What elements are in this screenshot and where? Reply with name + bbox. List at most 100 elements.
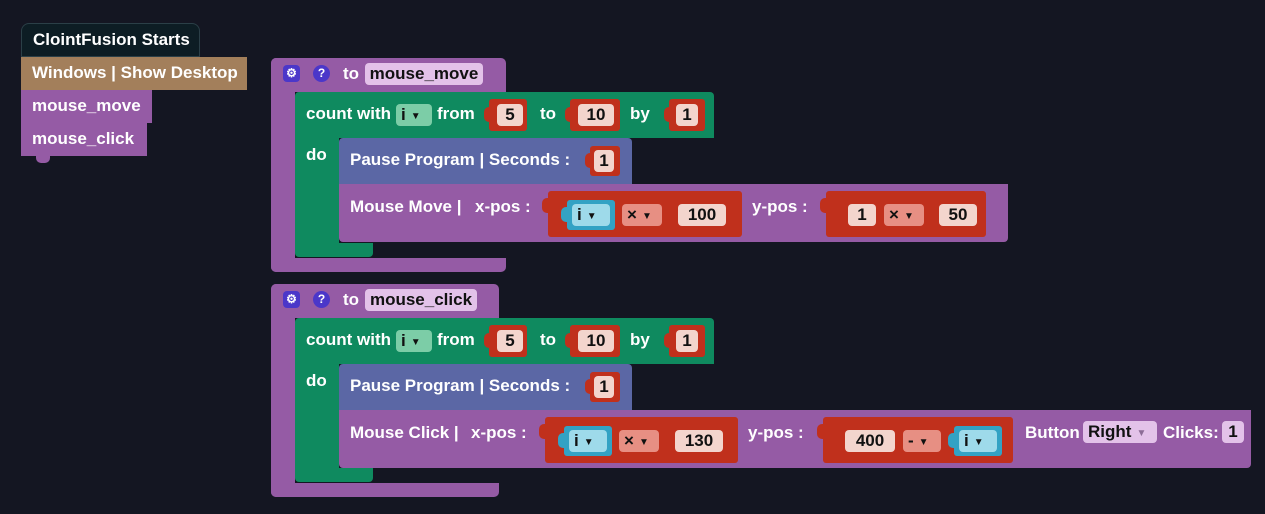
call-mouse-move-label: mouse_move [32, 96, 141, 115]
x-operator-dropdown[interactable]: × ▼ [619, 430, 659, 452]
do-label: do [306, 371, 327, 390]
pause-seconds-field[interactable]: 1 [594, 376, 614, 398]
y-number1-field[interactable]: 1 [848, 204, 876, 226]
button-value: Right [1088, 422, 1132, 441]
by-number-field[interactable]: 1 [676, 104, 698, 126]
y-number2-field[interactable]: 50 [939, 204, 977, 226]
stack-bottom-notch [36, 156, 50, 163]
clicks-field[interactable]: 1 [1222, 421, 1244, 443]
x-expression-tab [542, 198, 552, 213]
to-tab [565, 107, 575, 122]
function-spine [271, 284, 295, 497]
to-tab [565, 333, 575, 348]
count-with-label: count with [306, 330, 391, 349]
gear-icon[interactable]: ⚙ [283, 291, 300, 308]
button-dropdown[interactable]: Right ▼ [1083, 421, 1157, 443]
from-number-field[interactable]: 5 [497, 104, 523, 126]
pause-label: Pause Program | Seconds : [350, 376, 571, 395]
event-label: ClointFusion Starts [33, 30, 190, 49]
by-tab [664, 333, 674, 348]
chevron-down-icon: ▼ [410, 337, 421, 348]
function-name-field[interactable]: mouse_move [365, 63, 483, 85]
chevron-down-icon: ▼ [903, 211, 914, 222]
windows-label: Windows | Show Desktop [32, 63, 238, 82]
call-mouse-move-block[interactable]: mouse_move [21, 90, 152, 123]
x-operator-value: × [627, 205, 637, 224]
do-label: do [306, 145, 327, 164]
y-number-field[interactable]: 400 [845, 430, 895, 452]
to-range-label: to [540, 330, 557, 349]
x-variable-tab [558, 433, 568, 448]
chevron-down-icon: ▼ [410, 111, 421, 122]
gear-icon[interactable]: ⚙ [283, 65, 300, 82]
function-footer [271, 258, 506, 272]
chevron-down-icon: ▼ [638, 437, 649, 448]
y-expression-tab [817, 424, 827, 439]
chevron-down-icon: ▼ [973, 437, 984, 448]
clicks-label: Clicks: [1163, 423, 1219, 442]
y-variable-dropdown[interactable]: i ▼ [959, 430, 997, 452]
x-operator-value: × [624, 431, 634, 450]
by-label: by [630, 104, 650, 123]
from-number-field[interactable]: 5 [497, 330, 523, 352]
y-operator-value: - [908, 431, 914, 450]
loop-footer [295, 468, 373, 482]
x-variable-tab [561, 207, 571, 222]
x-variable-value: i [574, 431, 579, 450]
by-number-field[interactable]: 1 [676, 330, 698, 352]
event-block[interactable]: ClointFusion Starts [21, 23, 200, 57]
from-label: from [437, 330, 475, 349]
function-footer [271, 483, 499, 497]
y-expression-tab [820, 198, 830, 213]
mouse-move-label: Mouse Move | [350, 197, 462, 216]
from-tab [484, 333, 494, 348]
y-operator-value: × [889, 205, 899, 224]
mouse-click-label: Mouse Click | [350, 423, 459, 442]
call-mouse-click-block[interactable]: mouse_click [21, 123, 147, 156]
x-pos-label: x-pos : [475, 197, 531, 216]
chevron-down-icon: ▼ [583, 437, 594, 448]
by-label: by [630, 330, 650, 349]
function-name-field[interactable]: mouse_click [365, 289, 477, 311]
y-pos-label: y-pos : [748, 423, 804, 442]
loop-variable-dropdown[interactable]: i ▼ [396, 330, 432, 352]
y-operator-dropdown[interactable]: - ▼ [903, 430, 941, 452]
by-tab [664, 107, 674, 122]
chevron-down-icon: ▼ [586, 211, 597, 222]
loop-variable-value: i [401, 105, 406, 124]
y-operator-dropdown[interactable]: × ▼ [884, 204, 924, 226]
y-pos-label: y-pos : [752, 197, 808, 216]
x-variable-dropdown[interactable]: i ▼ [572, 204, 610, 226]
to-range-label: to [540, 104, 557, 123]
x-number-field[interactable]: 130 [675, 430, 723, 452]
from-label: from [437, 104, 475, 123]
pause-seconds-field[interactable]: 1 [594, 150, 614, 172]
y-variable-value: i [964, 431, 969, 450]
x-pos-label: x-pos : [471, 423, 527, 442]
call-mouse-click-label: mouse_click [32, 129, 135, 148]
chevron-down-icon: ▼ [1136, 428, 1147, 439]
chevron-down-icon: ▼ [918, 437, 929, 448]
x-expression-tab [539, 424, 549, 439]
x-variable-dropdown[interactable]: i ▼ [569, 430, 607, 452]
to-label: to [343, 290, 360, 309]
help-icon[interactable]: ? [313, 65, 330, 82]
x-number-field[interactable]: 100 [678, 204, 726, 226]
to-number-field[interactable]: 10 [578, 330, 614, 352]
from-tab [484, 107, 494, 122]
help-icon[interactable]: ? [313, 291, 330, 308]
loop-variable-dropdown[interactable]: i ▼ [396, 104, 432, 126]
count-with-label: count with [306, 104, 391, 123]
windows-show-desktop-block[interactable]: Windows | Show Desktop [21, 57, 247, 90]
loop-footer [295, 243, 373, 257]
chevron-down-icon: ▼ [641, 211, 652, 222]
function-spine [271, 58, 295, 272]
to-number-field[interactable]: 10 [578, 104, 614, 126]
pause-label: Pause Program | Seconds : [350, 150, 571, 169]
to-label: to [343, 64, 360, 83]
x-variable-value: i [577, 205, 582, 224]
y-variable-tab [948, 433, 958, 448]
x-operator-dropdown[interactable]: × ▼ [622, 204, 662, 226]
loop-variable-value: i [401, 331, 406, 350]
button-label: Button [1025, 423, 1080, 442]
